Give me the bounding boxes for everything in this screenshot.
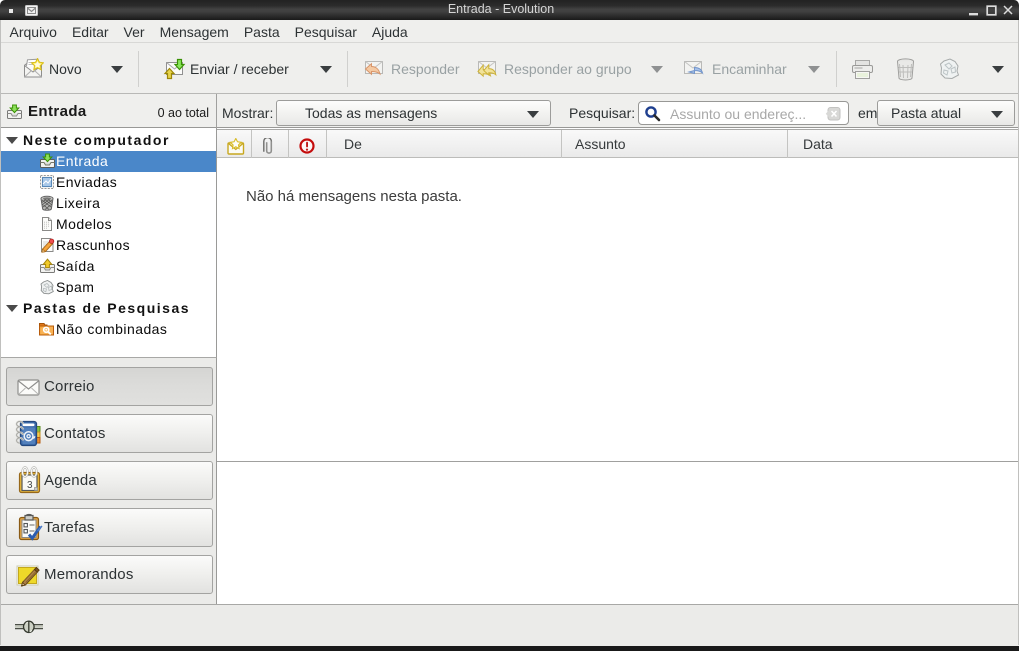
svg-text:3: 3 [27, 480, 33, 491]
